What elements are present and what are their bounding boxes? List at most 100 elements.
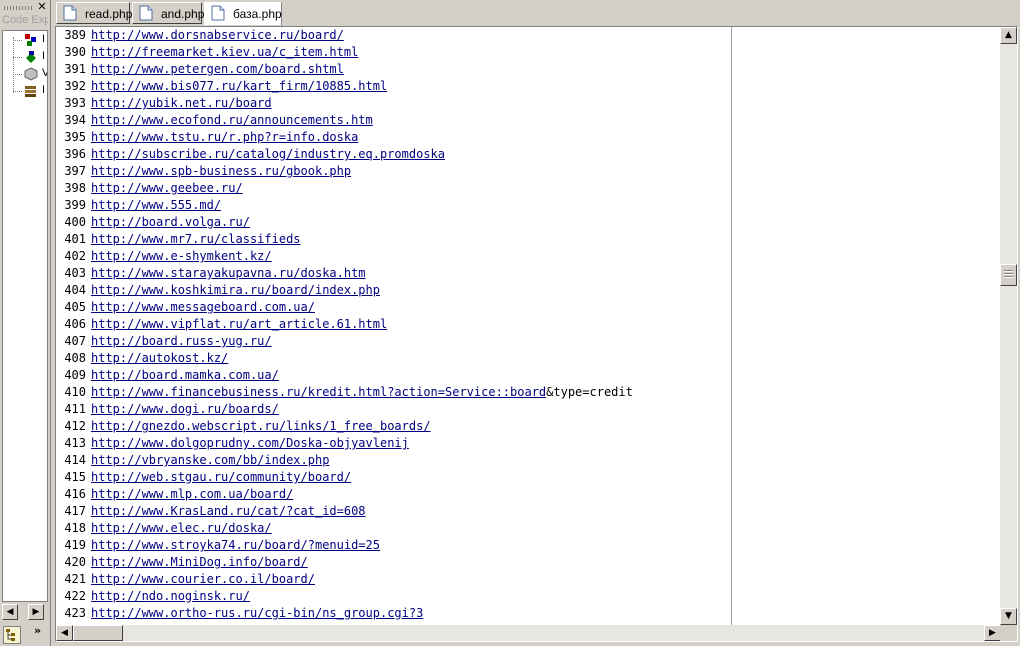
code-line[interactable]: 423 http://www.ortho-rus.ru/cgi-bin/ns_gr… [64, 606, 423, 623]
url-link[interactable]: http://www.MiniDog.info/board/ [91, 555, 308, 569]
code-line[interactable]: 402 http://www.e-shymkent.kz/ [64, 249, 272, 266]
url-link[interactable]: http://www.spb-business.ru/gbook.php [91, 164, 351, 178]
code-line[interactable]: 397 http://www.spb-business.ru/gbook.php [64, 164, 351, 181]
tree-item-includes[interactable]: I [13, 83, 47, 99]
url-link[interactable]: http://www.financebusiness.ru/kredit.htm… [91, 385, 546, 399]
tree-view-icon[interactable] [3, 626, 21, 644]
panel-grip[interactable] [4, 6, 32, 10]
code-line[interactable]: 389 http://www.dorsnabservice.ru/board/ [64, 28, 344, 45]
url-link[interactable]: http://www.starayakupavna.ru/doska.htm [91, 266, 366, 280]
code-line[interactable]: 403 http://www.starayakupavna.ru/doska.ht… [64, 266, 366, 283]
url-link[interactable]: http://autokost.kz/ [91, 351, 228, 365]
url-link[interactable]: http://www.elec.ru/doska/ [91, 521, 272, 535]
scroll-left-button[interactable]: ◀ [2, 604, 18, 620]
url-link[interactable]: http://www.dolgoprudny.com/Doska-objyavl… [91, 436, 409, 450]
scroll-left-button[interactable]: ◀ [56, 625, 73, 641]
url-link[interactable]: http://www.tstu.ru/r.php?r=info.doska [91, 130, 358, 144]
url-link[interactable]: http://www.bis077.ru/kart_firm/10885.htm… [91, 79, 387, 93]
code-line[interactable]: 416 http://www.mlp.com.ua/board/ [64, 487, 293, 504]
url-link[interactable]: http://web.stgau.ru/community/board/ [91, 470, 351, 484]
code-line[interactable]: 421 http://www.courier.co.il/board/ [64, 572, 315, 589]
code-line[interactable]: 390 http://freemarket.kiev.ua/c_item.html [64, 45, 358, 62]
tree-item-variables[interactable]: V [13, 66, 47, 82]
code-line[interactable]: 422 http://ndo.noginsk.ru/ [64, 589, 250, 606]
code-line[interactable]: 396 http://subscribe.ru/catalog/industry.… [64, 147, 445, 164]
code-line[interactable]: 395 http://www.tstu.ru/r.php?r=info.doska [64, 130, 358, 147]
tree-item-classes[interactable]: I [13, 32, 47, 48]
code-line[interactable]: 420 http://www.MiniDog.info/board/ [64, 555, 308, 572]
code-line[interactable]: 413 http://www.dolgoprudny.com/Doska-objy… [64, 436, 409, 453]
code-line[interactable]: 391 http://www.petergen.com/board.shtml [64, 62, 344, 79]
url-link[interactable]: http://board.russ-yug.ru/ [91, 334, 272, 348]
code-line[interactable]: 415 http://web.stgau.ru/community/board/ [64, 470, 351, 487]
tab-and-php[interactable]: and.php [132, 2, 205, 24]
code-area[interactable]: 389 http://www.dorsnabservice.ru/board/39… [56, 27, 1001, 625]
scroll-up-button[interactable]: ▲ [1000, 27, 1017, 44]
url-link[interactable]: http://vbryanske.com/bb/index.php [91, 453, 329, 467]
line-number: 411 [64, 402, 86, 416]
code-line[interactable]: 417 http://www.KrasLand.ru/cat/?cat_id=60… [64, 504, 366, 521]
code-line[interactable]: 399 http://www.555.md/ [64, 198, 221, 215]
file-icon [211, 5, 225, 21]
code-line[interactable]: 419 http://www.stroyka74.ru/board/?menuid… [64, 538, 380, 555]
horizontal-scrollbar[interactable]: ◀ ▶ [56, 625, 1001, 641]
url-link[interactable]: http://board.volga.ru/ [91, 215, 250, 229]
scroll-right-button[interactable]: ▶ [984, 625, 1001, 641]
url-link[interactable]: http://www.ortho-rus.ru/cgi-bin/ns_group… [91, 606, 423, 620]
code-line[interactable]: 398 http://www.geebee.ru/ [64, 181, 243, 198]
code-line[interactable]: 393 http://yubik.net.ru/board [64, 96, 272, 113]
url-link[interactable]: http://www.petergen.com/board.shtml [91, 62, 344, 76]
vertical-scroll-thumb[interactable] [1000, 264, 1017, 286]
code-line[interactable]: 401 http://www.mr7.ru/classifieds [64, 232, 301, 249]
code-line[interactable]: 405 http://www.messageboard.com.ua/ [64, 300, 315, 317]
url-link[interactable]: http://www.stroyka74.ru/board/?menuid=25 [91, 538, 380, 552]
url-link[interactable]: http://ndo.noginsk.ru/ [91, 589, 250, 603]
code-line[interactable]: 412 http://gnezdo.webscript.ru/links/1_fr… [64, 419, 431, 436]
code-line[interactable]: 418 http://www.elec.ru/doska/ [64, 521, 272, 538]
url-link[interactable]: http://www.KrasLand.ru/cat/?cat_id=608 [91, 504, 366, 518]
code-line[interactable]: 411 http://www.dogi.ru/boards/ [64, 402, 279, 419]
url-link[interactable]: http://www.dorsnabservice.ru/board/ [91, 28, 344, 42]
code-line[interactable]: 408 http://autokost.kz/ [64, 351, 228, 368]
code-line[interactable]: 404 http://www.koshkimira.ru/board/index.… [64, 283, 380, 300]
code-line[interactable]: 414 http://vbryanske.com/bb/index.php [64, 453, 329, 470]
code-line[interactable]: 407 http://board.russ-yug.ru/ [64, 334, 272, 351]
horizontal-scroll-thumb[interactable] [73, 625, 123, 641]
tree-horizontal-scrollbar[interactable]: ◀ ▶ [2, 604, 48, 620]
url-link[interactable]: http://www.ecofond.ru/announcements.htm [91, 113, 373, 127]
url-link[interactable]: http://www.geebee.ru/ [91, 181, 243, 195]
tree-item-label: I [42, 33, 46, 45]
expand-icon[interactable]: » [34, 624, 41, 637]
tree-item-functions[interactable]: I [13, 49, 47, 65]
code-line[interactable]: 406 http://www.vipflat.ru/art_article.61.… [64, 317, 387, 334]
vertical-scrollbar[interactable]: ▲ ▼ [1000, 27, 1017, 625]
url-link[interactable]: http://www.e-shymkent.kz/ [91, 249, 272, 263]
tab-baza-php[interactable]: база.php [204, 2, 282, 26]
close-icon[interactable]: ✕ [36, 1, 48, 13]
url-link[interactable]: http://www.mlp.com.ua/board/ [91, 487, 293, 501]
tab-label: and.php [161, 7, 205, 21]
url-link[interactable]: http://freemarket.kiev.ua/c_item.html [91, 45, 358, 59]
code-line[interactable]: 400 http://board.volga.ru/ [64, 215, 250, 232]
url-link[interactable]: http://www.messageboard.com.ua/ [91, 300, 315, 314]
code-line[interactable]: 394 http://www.ecofond.ru/announcements.h… [64, 113, 373, 130]
code-editor[interactable]: 389 http://www.dorsnabservice.ru/board/39… [55, 26, 1018, 642]
url-link[interactable]: http://www.koshkimira.ru/board/index.php [91, 283, 380, 297]
url-link[interactable]: http://subscribe.ru/catalog/industry.eq.… [91, 147, 445, 161]
url-link[interactable]: http://www.vipflat.ru/art_article.61.htm… [91, 317, 387, 331]
line-number: 416 [64, 487, 86, 501]
code-line[interactable]: 410 http://www.financebusiness.ru/kredit.… [64, 385, 633, 402]
scroll-down-button[interactable]: ▼ [1000, 608, 1017, 625]
url-link[interactable]: http://www.555.md/ [91, 198, 221, 212]
url-link[interactable]: http://board.mamka.com.ua/ [91, 368, 279, 382]
scroll-right-button[interactable]: ▶ [28, 604, 44, 620]
url-link[interactable]: http://www.courier.co.il/board/ [91, 572, 315, 586]
code-line[interactable]: 392 http://www.bis077.ru/kart_firm/10885.… [64, 79, 387, 96]
url-link[interactable]: http://www.dogi.ru/boards/ [91, 402, 279, 416]
code-explorer-tree[interactable]: I I V I [2, 30, 48, 602]
tab-read-php[interactable]: read.php [56, 2, 132, 24]
url-link[interactable]: http://yubik.net.ru/board [91, 96, 272, 110]
url-link[interactable]: http://gnezdo.webscript.ru/links/1_free_… [91, 419, 431, 433]
url-link[interactable]: http://www.mr7.ru/classifieds [91, 232, 301, 246]
code-line[interactable]: 409 http://board.mamka.com.ua/ [64, 368, 279, 385]
